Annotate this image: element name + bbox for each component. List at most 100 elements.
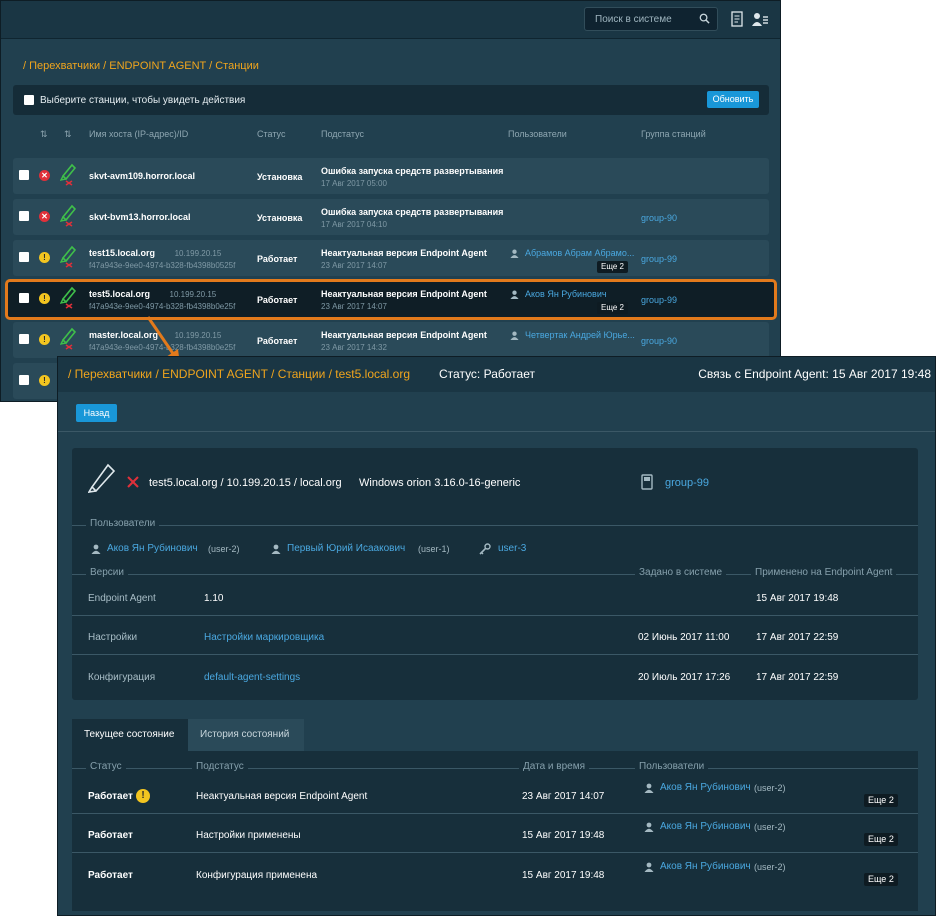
user-icon [271, 544, 281, 554]
row-divider [72, 654, 918, 655]
station-id: f47a943e-9ee0-4974-b328-fb4398b0525f [89, 261, 236, 270]
select-hint: Выберите станции, чтобы увидеть действия [40, 95, 246, 106]
group-link[interactable]: group-99 [665, 477, 709, 489]
more-users-badge[interactable]: Еще 2 [864, 833, 898, 846]
host-name[interactable]: skvt-avm109.horror.local [89, 171, 195, 181]
state-user[interactable]: Аков Ян Рубинович [660, 861, 751, 872]
user-icon [644, 822, 654, 832]
host-name[interactable]: test15.local.org [89, 248, 155, 258]
refresh-button[interactable]: Обновить [707, 91, 759, 108]
users-label: Пользователи [86, 518, 160, 529]
row-checkbox[interactable] [19, 211, 29, 221]
row-status: Работает [257, 254, 298, 264]
state-user-login: (user-2) [754, 862, 786, 872]
applied-label: Применено на Endpoint Agent [751, 567, 897, 578]
user-icon [644, 783, 654, 793]
detail-status: Статус: Работает [439, 367, 535, 381]
breadcrumb[interactable]: / Перехватчики / ENDPOINT AGENT / Станци… [23, 60, 259, 72]
row-status: Установка [257, 213, 303, 223]
station-id: f47a943e-9ee0-4974-b328-fb4398b0e25f [89, 302, 236, 311]
col-hist-users: Пользователи [635, 761, 709, 772]
user-login: (user-1) [418, 544, 450, 554]
sort-status-icon[interactable]: ⇅ [40, 129, 48, 140]
col-substatus[interactable]: Подстатус [321, 129, 364, 139]
col-status[interactable]: Статус [257, 129, 285, 139]
table-row[interactable]: ! master.local.org 10.199.20.15 f47a943e-9e… [13, 322, 769, 358]
top-bar: Поиск в системе [1, 1, 780, 39]
state-status: Работает [88, 870, 133, 881]
host-line: test5.local.org / 10.199.20.15 / local.o… [149, 477, 342, 489]
report-icon[interactable] [730, 11, 744, 27]
search-input[interactable]: Поиск в системе [584, 7, 718, 31]
version-applied-date: 15 Авг 2017 19:48 [756, 593, 839, 604]
back-button[interactable]: Назад [76, 404, 117, 422]
user-list-icon[interactable] [752, 11, 768, 27]
row-date: 17 Авг 2017 05:00 [321, 179, 387, 188]
version-applied-date: 17 Авг 2017 22:59 [756, 672, 839, 683]
table-row[interactable]: ! test5.local.org 10.199.20.15 f47a943e-9ee… [13, 281, 769, 317]
row-user[interactable]: Четвертак Андрей Юрье... [525, 330, 635, 340]
row-checkbox[interactable] [19, 334, 29, 344]
state-substatus: Конфигурация применена [196, 870, 318, 881]
marker-pen-icon [60, 204, 76, 227]
version-name: Endpoint Agent [88, 593, 156, 604]
row-group[interactable]: group-90 [641, 213, 677, 223]
col-group[interactable]: Группа станций [641, 129, 706, 139]
connection-time: Связь с Endpoint Agent: 15 Авг 2017 19:4… [698, 367, 931, 381]
row-group[interactable]: group-90 [641, 336, 677, 346]
os-version: Windows orion 3.16.0-16-generic [359, 477, 521, 489]
row-divider [72, 813, 918, 814]
more-users-badge[interactable]: Еще 2 [597, 261, 628, 273]
search-icon[interactable] [699, 13, 710, 24]
row-user[interactable]: Абрамов Абрам Абрамо... [525, 248, 634, 258]
col-users[interactable]: Пользователи [508, 129, 567, 139]
table-row[interactable]: ! test15.local.org 10.199.20.15 f47a943e-9e… [13, 240, 769, 276]
state-user[interactable]: Аков Ян Рубинович [660, 821, 751, 832]
row-status: Работает [257, 336, 298, 346]
state-substatus: Неактуальная версия Endpoint Agent [196, 791, 368, 802]
current-state-panel: Статус Подстатус Дата и время Пользовате… [72, 751, 918, 911]
row-divider [72, 615, 918, 616]
actions-bar: Выберите станции, чтобы увидеть действия… [13, 85, 769, 115]
row-date: 23 Авг 2017 14:07 [321, 302, 387, 311]
select-all-checkbox[interactable] [24, 95, 34, 105]
table-row[interactable]: ✕ skvt-avm109.horror.local Установка Ошибка… [13, 158, 769, 194]
tab-current-state[interactable]: Текущее состояние [72, 719, 188, 751]
user-link[interactable]: Аков Ян Рубинович [107, 543, 198, 554]
version-name: Настройки [88, 632, 138, 643]
col-hist-status: Статус [86, 761, 126, 772]
more-users-badge[interactable]: Еще 2 [864, 794, 898, 807]
error-icon: ✕ [39, 170, 50, 181]
more-users-badge[interactable]: Еще 2 [864, 873, 898, 886]
user-link[interactable]: user-3 [498, 543, 526, 554]
row-checkbox[interactable] [19, 375, 29, 385]
sort-state-icon[interactable]: ⇅ [64, 129, 72, 140]
marker-pen-icon [60, 286, 76, 309]
users-divider [72, 525, 918, 526]
more-users-badge[interactable]: Еще 2 [597, 302, 628, 314]
row-substatus: Неактуальная версия Endpoint Agent [321, 289, 487, 299]
host-name[interactable]: test5.local.org [89, 289, 150, 299]
row-checkbox[interactable] [19, 293, 29, 303]
row-user[interactable]: Аков Ян Рубинович [525, 289, 607, 299]
row-checkbox[interactable] [19, 170, 29, 180]
row-checkbox[interactable] [19, 252, 29, 262]
detail-breadcrumb[interactable]: / Перехватчики / ENDPOINT AGENT / Станци… [68, 367, 410, 381]
state-user[interactable]: Аков Ян Рубинович [660, 782, 751, 793]
row-substatus: Неактуальная версия Endpoint Agent [321, 330, 487, 340]
user-link[interactable]: Первый Юрий Исаакович [287, 543, 405, 554]
row-date: 23 Авг 2017 14:07 [321, 261, 387, 270]
table-row[interactable]: ✕ skvt-bvm13.horror.local Установка Ошибка … [13, 199, 769, 235]
station-detail-window: / Перехватчики / ENDPOINT AGENT / Станци… [57, 356, 936, 916]
row-group[interactable]: group-99 [641, 254, 677, 264]
version-link[interactable]: default-agent-settings [204, 672, 300, 683]
host-name[interactable]: skvt-bvm13.horror.local [89, 212, 191, 222]
key-icon [479, 543, 491, 555]
row-group[interactable]: group-99 [641, 295, 677, 305]
col-host[interactable]: Имя хоста (IP-адрес)/ID [89, 129, 188, 139]
row-date: 17 Авг 2017 04:10 [321, 220, 387, 229]
tab-state-history[interactable]: История состояний [188, 719, 304, 751]
version-link[interactable]: Настройки маркировщика [204, 632, 324, 643]
state-user-login: (user-2) [754, 783, 786, 793]
host-ip: 10.199.20.15 [174, 249, 222, 258]
